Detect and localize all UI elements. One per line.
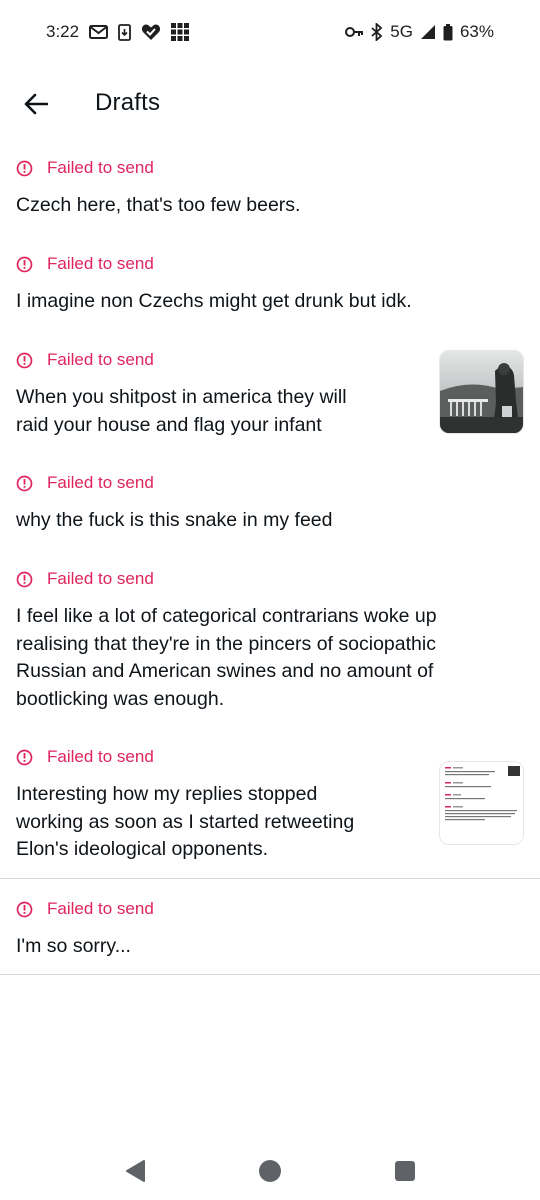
draft-item[interactable]: Failed to send When you shitpost in amer… xyxy=(0,334,540,457)
draft-status: Failed to send xyxy=(16,899,154,919)
draft-status-label: Failed to send xyxy=(47,158,154,177)
draft-text: When you shitpost in america they will r… xyxy=(16,384,347,439)
alert-circle-icon xyxy=(16,352,33,368)
draft-status-label: Failed to send xyxy=(47,350,154,369)
alert-circle-icon xyxy=(16,901,33,917)
home-circle-icon xyxy=(259,1160,281,1182)
draft-status: Failed to send xyxy=(16,569,154,589)
draft-status-label: Failed to send xyxy=(47,254,154,273)
page-title: Drafts xyxy=(95,89,161,116)
back-triangle-icon xyxy=(126,1160,145,1182)
app-bar: Drafts xyxy=(0,66,540,142)
screenshot-image xyxy=(440,762,523,844)
draft-item[interactable]: Failed to send Interesting how my replie… xyxy=(0,731,540,878)
alert-circle-icon xyxy=(16,160,33,176)
draft-status: Failed to send xyxy=(16,158,154,178)
download-icon xyxy=(118,23,131,41)
draft-text-line: I feel like a lot of categorical contrar… xyxy=(16,605,437,627)
draft-item[interactable]: Failed to send I imagine non Czechs migh… xyxy=(0,238,540,334)
arrow-left-icon xyxy=(24,93,48,115)
signal-icon xyxy=(420,25,435,39)
draft-text-line: Elon's ideological opponents. xyxy=(16,838,268,861)
network-type: 5G xyxy=(390,22,413,41)
battery-icon xyxy=(443,23,453,40)
draft-item[interactable]: Failed to send I feel like a lot of cate… xyxy=(0,553,540,731)
nav-back-button[interactable] xyxy=(122,1158,148,1184)
draft-status: Failed to send xyxy=(16,350,154,370)
draft-text: I imagine non Czechs might get drunk but… xyxy=(16,288,412,316)
draft-item[interactable]: Failed to send I'm so sorry... xyxy=(0,879,540,974)
status-bar: 3:22 5G 63% xyxy=(0,0,540,66)
list-divider xyxy=(0,974,540,975)
bluetooth-icon xyxy=(371,23,383,41)
alert-circle-icon xyxy=(16,256,33,272)
gmail-icon xyxy=(89,25,109,39)
back-button[interactable] xyxy=(16,84,56,124)
draft-text-line: realising that they're in the pincers of… xyxy=(16,632,436,655)
draft-text: I feel like a lot of categorical contrar… xyxy=(16,603,437,713)
draft-status: Failed to send xyxy=(16,747,154,767)
heart-check-icon xyxy=(142,24,161,40)
nav-recents-button[interactable] xyxy=(392,1158,418,1184)
draft-text-line: raid your house and flag your infant xyxy=(16,413,322,436)
draft-text-line: bootlicking was enough. xyxy=(16,687,225,710)
draft-text-line: I imagine non Czechs might get drunk but… xyxy=(16,290,412,312)
draft-text: I'm so sorry... xyxy=(16,933,131,961)
draft-image-thumbnail[interactable] xyxy=(439,350,524,434)
battery-level: 63% xyxy=(459,22,494,41)
draft-text-line: Interesting how my replies stopped xyxy=(16,783,318,805)
draft-status: Failed to send xyxy=(16,254,154,274)
alert-circle-icon xyxy=(16,475,33,491)
draft-text: why the fuck is this snake in my feed xyxy=(16,507,332,535)
status-left: 3:22 xyxy=(46,22,190,42)
recents-square-icon xyxy=(395,1161,415,1181)
status-right: 5G 63% xyxy=(345,22,494,42)
draft-status: Failed to send xyxy=(16,473,154,493)
nav-home-button[interactable] xyxy=(257,1158,283,1184)
system-nav-bar xyxy=(0,1136,540,1200)
photo-image xyxy=(440,351,523,433)
draft-status-label: Failed to send xyxy=(47,899,154,918)
draft-status-label: Failed to send xyxy=(47,747,154,766)
draft-text-line: Czech here, that's too few beers. xyxy=(16,194,301,216)
draft-item[interactable]: Failed to send why the fuck is this snak… xyxy=(0,457,540,553)
status-time: 3:22 xyxy=(46,22,80,41)
draft-text-line: Russian and American swines and no amoun… xyxy=(16,660,434,683)
draft-text: Czech here, that's too few beers. xyxy=(16,192,300,220)
draft-text-line: working as soon as I started retweeting xyxy=(16,810,355,833)
draft-status-label: Failed to send xyxy=(47,473,154,492)
alert-circle-icon xyxy=(16,571,33,587)
draft-image-thumbnail[interactable] xyxy=(439,761,524,845)
draft-text-line: why the fuck is this snake in my feed xyxy=(16,509,333,531)
app-grid-icon xyxy=(171,23,190,41)
draft-text-line: I'm so sorry... xyxy=(16,935,131,957)
draft-text-line: When you shitpost in america they will xyxy=(16,386,347,408)
alert-circle-icon xyxy=(16,749,33,765)
vpn-key-icon xyxy=(345,27,364,37)
draft-item[interactable]: Failed to send Czech here, that's too fe… xyxy=(0,142,540,238)
draft-text: Interesting how my replies stopped worki… xyxy=(16,781,354,864)
draft-status-label: Failed to send xyxy=(47,569,154,588)
